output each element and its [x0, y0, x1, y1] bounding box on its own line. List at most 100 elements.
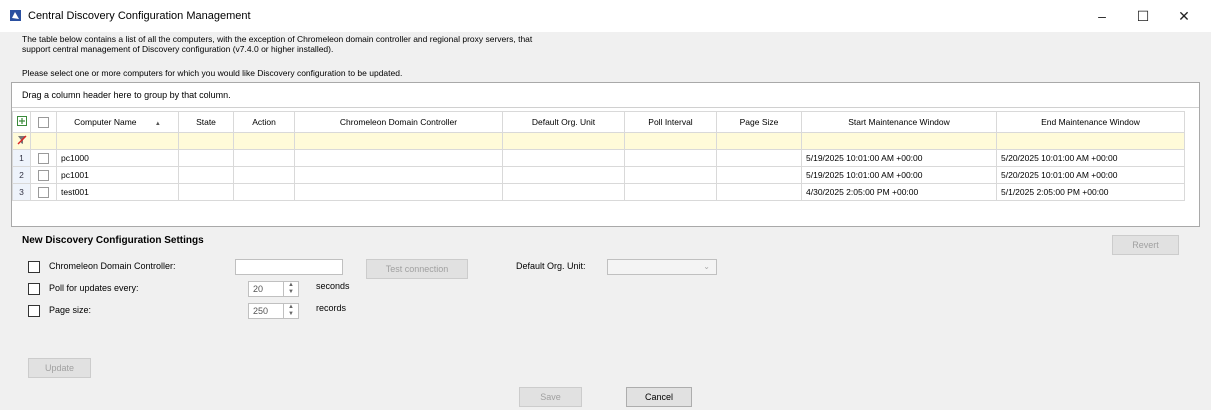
revert-button[interactable]: Revert — [1112, 235, 1179, 255]
intro-text-line2: support central management of Discovery … — [22, 44, 334, 54]
cell-domain-controller[interactable] — [294, 166, 503, 184]
column-header-action[interactable]: Action — [233, 111, 295, 133]
cell-page-size[interactable] — [716, 183, 802, 201]
column-header-domain-controller[interactable]: Chromeleon Domain Controller — [294, 111, 503, 133]
poll-unit-label: seconds — [316, 281, 350, 291]
cell-state[interactable] — [178, 183, 234, 201]
cell-domain-controller[interactable] — [294, 149, 503, 167]
filter-cell[interactable] — [801, 132, 997, 150]
cell-state[interactable] — [178, 166, 234, 184]
cell-poll-interval[interactable] — [624, 166, 717, 184]
table-row[interactable]: 1 pc1000 5/19/2025 10:01:00 AM +00:00 5/… — [12, 149, 1185, 167]
spin-arrows-icon[interactable]: ▲ ▼ — [283, 304, 298, 318]
domain-controller-checkbox[interactable] — [28, 261, 40, 273]
column-chooser-icon — [16, 116, 27, 126]
settings-section-title: New Discovery Configuration Settings — [22, 235, 204, 246]
cell-domain-controller[interactable] — [294, 183, 503, 201]
filter-clear-icon — [17, 135, 26, 145]
cell-page-size[interactable] — [716, 166, 802, 184]
minimize-button[interactable]: – — [1082, 4, 1122, 28]
cell-end-maintenance[interactable]: 5/20/2025 10:01:00 AM +00:00 — [996, 149, 1185, 167]
cell-computer-name[interactable]: pc1001 — [56, 166, 179, 184]
cell-org-unit[interactable] — [502, 149, 625, 167]
poll-interval-stepper[interactable]: 20 ▲ ▼ — [248, 281, 299, 297]
spin-arrows-icon[interactable]: ▲ ▼ — [283, 282, 298, 296]
group-by-panel[interactable]: Drag a column header here to group by th… — [12, 83, 1199, 108]
checkbox-icon — [38, 116, 49, 128]
row-number: 2 — [12, 166, 31, 184]
cell-poll-interval[interactable] — [624, 183, 717, 201]
poll-interval-value: 20 — [253, 284, 264, 294]
filter-cell[interactable] — [56, 132, 179, 150]
chevron-down-icon: ⌄ — [703, 262, 710, 271]
filter-cell[interactable] — [624, 132, 717, 150]
cancel-button[interactable]: Cancel — [626, 387, 692, 407]
row-number: 3 — [12, 183, 31, 201]
page-size-value: 250 — [253, 306, 269, 316]
table-row[interactable]: 2 pc1001 5/19/2025 10:01:00 AM +00:00 5/… — [12, 166, 1185, 184]
cell-action[interactable] — [233, 149, 295, 167]
column-header-end-maintenance[interactable]: End Maintenance Window — [996, 111, 1185, 133]
cell-state[interactable] — [178, 149, 234, 167]
poll-updates-checkbox[interactable] — [28, 283, 40, 295]
cell-computer-name[interactable]: pc1000 — [56, 149, 179, 167]
filter-cell[interactable] — [502, 132, 625, 150]
select-all-checkbox[interactable] — [30, 111, 57, 133]
cell-page-size[interactable] — [716, 149, 802, 167]
cell-action[interactable] — [233, 183, 295, 201]
close-button[interactable]: ✕ — [1164, 4, 1204, 28]
computers-table: Computer Name ▲ State Action Chromeleon … — [12, 111, 1185, 201]
page-size-checkbox[interactable] — [28, 305, 40, 317]
cell-start-maintenance[interactable]: 4/30/2025 2:05:00 PM +00:00 — [801, 183, 997, 201]
update-button[interactable]: Update — [28, 358, 91, 378]
clear-filter-button[interactable] — [12, 132, 31, 150]
intro-text-line1: The table below contains a list of all t… — [22, 34, 533, 44]
filter-row[interactable] — [12, 132, 1185, 150]
cell-computer-name[interactable]: test001 — [56, 183, 179, 201]
column-header-computer-name[interactable]: Computer Name ▲ — [56, 111, 179, 133]
column-header-state[interactable]: State — [178, 111, 234, 133]
poll-updates-label: Poll for updates every: — [49, 283, 139, 293]
filter-cell[interactable] — [178, 132, 234, 150]
column-header-start-maintenance[interactable]: Start Maintenance Window — [801, 111, 997, 133]
cell-org-unit[interactable] — [502, 183, 625, 201]
filter-cell[interactable] — [30, 132, 57, 150]
row-checkbox[interactable] — [30, 183, 57, 201]
table-row[interactable]: 3 test001 4/30/2025 2:05:00 PM +00:00 5/… — [12, 183, 1185, 201]
column-header-page-size[interactable]: Page Size — [716, 111, 802, 133]
maximize-button[interactable]: ☐ — [1123, 4, 1163, 28]
filter-cell[interactable] — [233, 132, 295, 150]
app-icon — [10, 10, 21, 21]
column-header-poll-interval[interactable]: Poll Interval — [624, 111, 717, 133]
checkbox-icon — [38, 186, 49, 198]
cell-start-maintenance[interactable]: 5/19/2025 10:01:00 AM +00:00 — [801, 149, 997, 167]
cell-org-unit[interactable] — [502, 166, 625, 184]
column-header-label: Computer Name — [74, 117, 137, 127]
column-chooser-button[interactable] — [12, 111, 31, 133]
cell-end-maintenance[interactable]: 5/1/2025 2:05:00 PM +00:00 — [996, 183, 1185, 201]
row-checkbox[interactable] — [30, 149, 57, 167]
domain-controller-label: Chromeleon Domain Controller: — [49, 261, 176, 271]
filter-cell[interactable] — [294, 132, 503, 150]
row-checkbox[interactable] — [30, 166, 57, 184]
filter-cell[interactable] — [716, 132, 802, 150]
computers-grid[interactable]: Drag a column header here to group by th… — [11, 82, 1200, 227]
page-size-unit-label: records — [316, 303, 347, 313]
cell-end-maintenance[interactable]: 5/20/2025 10:01:00 AM +00:00 — [996, 166, 1185, 184]
save-button[interactable]: Save — [519, 387, 582, 407]
cell-action[interactable] — [233, 166, 295, 184]
domain-controller-input[interactable] — [235, 259, 343, 275]
title-bar: Central Discovery Configuration Manageme… — [0, 0, 1211, 32]
cell-poll-interval[interactable] — [624, 149, 717, 167]
test-connection-button[interactable]: Test connection — [366, 259, 468, 279]
default-org-unit-dropdown[interactable]: ⌄ — [607, 259, 717, 275]
group-by-hint: Drag a column header here to group by th… — [22, 90, 231, 100]
cell-start-maintenance[interactable]: 5/19/2025 10:01:00 AM +00:00 — [801, 166, 997, 184]
table-header-row: Computer Name ▲ State Action Chromeleon … — [12, 111, 1185, 133]
filter-cell[interactable] — [996, 132, 1185, 150]
page-size-label: Page size: — [49, 305, 92, 315]
column-header-default-org-unit[interactable]: Default Org. Unit — [502, 111, 625, 133]
checkbox-icon — [38, 152, 49, 164]
page-size-stepper[interactable]: 250 ▲ ▼ — [248, 303, 299, 319]
window-title: Central Discovery Configuration Manageme… — [28, 10, 251, 22]
